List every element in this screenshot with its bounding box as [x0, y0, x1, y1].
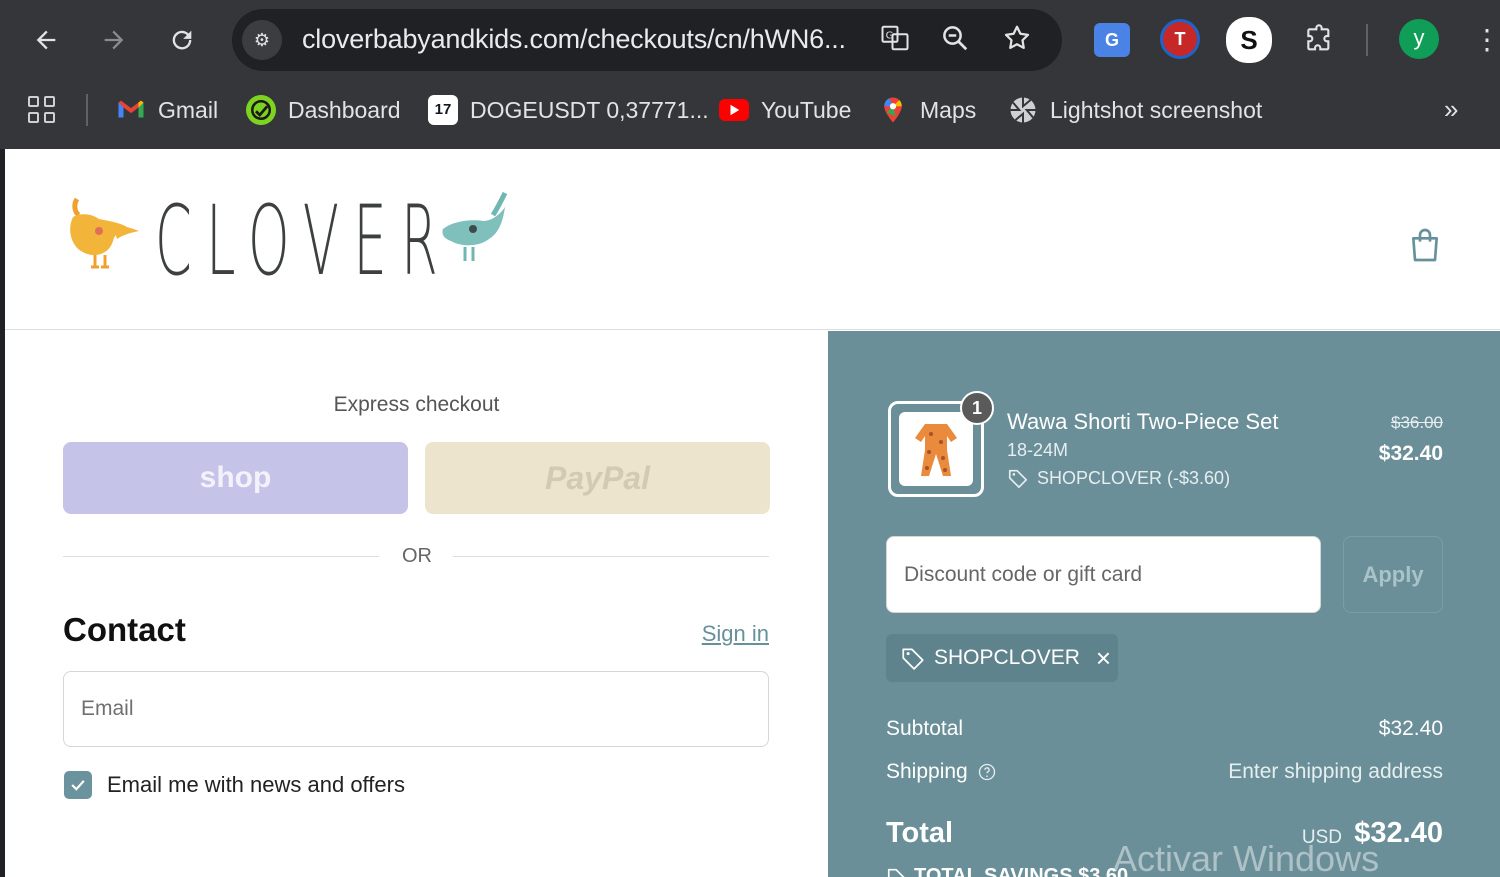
logo-wordmark: CLOVER	[155, 185, 452, 297]
url-text[interactable]: cloverbabyandkids.com/checkouts/cn/hWN6.…	[302, 24, 846, 55]
bookmark-label: YouTube	[761, 96, 852, 123]
or-divider-right	[453, 556, 769, 557]
cart-bag-icon[interactable]	[1405, 225, 1445, 265]
address-bar[interactable]: ⚙ cloverbabyandkids.com/checkouts/cn/hWN…	[232, 9, 1062, 71]
bookmark-label: DOGEUSDT 0,37771...	[470, 96, 709, 123]
original-price: $36.00	[1391, 413, 1443, 432]
translate-extension-letter: G	[1104, 30, 1119, 50]
gmail-icon	[116, 95, 146, 125]
reload-button[interactable]	[164, 22, 200, 58]
more-bookmarks-chevron-icon[interactable]: »	[1444, 94, 1458, 125]
zoom-icon[interactable]	[938, 23, 972, 57]
dashboard-icon	[246, 95, 276, 125]
apps-grid-icon[interactable]	[28, 96, 58, 126]
bookmarks-bar: Gmail Dashboard 17 DOGEUSDT 0,37771... Y…	[0, 80, 1500, 140]
discount-code-input[interactable]	[886, 536, 1321, 613]
bookmark-dashboard[interactable]: Dashboard	[246, 94, 401, 126]
product-discount: SHOPCLOVER (-$3.60)	[1007, 467, 1230, 489]
bookmark-label: Gmail	[158, 96, 219, 123]
arrow-left-icon	[36, 30, 56, 50]
site-header: CLOVER	[5, 149, 1500, 330]
svg-text:G: G	[886, 31, 894, 42]
bookmark-star-icon[interactable]	[1000, 23, 1034, 57]
extensions-puzzle-icon[interactable]	[1298, 19, 1340, 61]
newsletter-label: Email me with news and offers	[107, 772, 405, 797]
clover-logo[interactable]: CLOVER	[65, 185, 515, 297]
checkmark-icon	[71, 780, 85, 791]
bookmark-dogeusdt[interactable]: 17 DOGEUSDT 0,37771...	[428, 94, 709, 126]
shipping-value: Enter shipping address	[1228, 760, 1443, 783]
translate-icon[interactable]: G	[878, 23, 912, 57]
s-extension-letter: S	[1240, 25, 1258, 55]
product-name: Wawa Shorti Two-Piece Set	[1007, 409, 1279, 434]
or-divider-left	[63, 556, 379, 557]
product-discount-text: SHOPCLOVER (-$3.60)	[1037, 467, 1231, 488]
tag-icon	[887, 868, 905, 877]
tradingview-icon: 17	[428, 95, 458, 125]
bookmark-label: Maps	[920, 96, 977, 123]
contact-heading: Contact	[63, 611, 186, 648]
t-extension-letter: T	[1174, 29, 1186, 49]
back-button[interactable]	[28, 22, 64, 58]
order-summary: 1 Wawa Shorti Two-Piece Set 18-24M SHOPC…	[828, 331, 1500, 877]
checkout-main: Express checkout shop PayPal OR Contact …	[5, 331, 828, 877]
maps-icon	[878, 95, 908, 125]
or-divider-text: OR	[402, 545, 432, 567]
lightshot-icon	[1008, 95, 1038, 125]
final-price: $32.40	[1378, 442, 1443, 465]
toolbar-separator	[1366, 24, 1368, 56]
total-label: Total	[886, 817, 954, 849]
paypal-button[interactable]: PayPal	[425, 442, 770, 514]
youtube-icon	[719, 99, 749, 121]
shop-pay-button[interactable]: shop	[63, 442, 408, 514]
more-menu-icon[interactable]: ⋮	[1472, 20, 1500, 60]
bookmark-label: Lightshot screenshot	[1050, 96, 1263, 123]
reload-icon	[172, 30, 192, 50]
shipping-label-row: Shipping	[886, 760, 997, 784]
arrow-right-icon	[104, 30, 124, 50]
windows-activation-watermark: Activar Windows	[1113, 838, 1380, 877]
applied-discount-code: SHOPCLOVER	[934, 646, 1080, 669]
bookmarks-separator	[86, 94, 88, 126]
product-image	[899, 412, 973, 486]
help-circle-icon[interactable]	[977, 762, 997, 782]
google-translate-extension-icon[interactable]: G	[1094, 23, 1130, 57]
applied-discount-chip: SHOPCLOVER ×	[886, 634, 1118, 682]
s-extension-icon[interactable]: S	[1226, 17, 1272, 63]
express-checkout-title: Express checkout	[333, 393, 500, 416]
apply-discount-button[interactable]: Apply	[1343, 536, 1443, 613]
newsletter-checkbox[interactable]	[64, 771, 92, 799]
profile-avatar[interactable]: y	[1399, 19, 1439, 59]
bookmark-lightshot[interactable]: Lightshot screenshot	[1008, 94, 1262, 126]
subtotal-value: $32.40	[1378, 717, 1443, 740]
bookmark-maps[interactable]: Maps	[878, 94, 976, 126]
bookmark-youtube[interactable]: YouTube	[719, 94, 851, 126]
quantity-badge: 1	[960, 391, 994, 425]
browser-chrome: ⚙ cloverbabyandkids.com/checkouts/cn/hWN…	[0, 0, 1500, 149]
tag-icon	[902, 648, 924, 670]
yellow-bird-icon	[70, 197, 139, 269]
shipping-label: Shipping	[886, 760, 968, 783]
product-variant: 18-24M	[1007, 440, 1069, 460]
bookmark-label: Dashboard	[288, 96, 401, 123]
bookmark-gmail[interactable]: Gmail	[116, 94, 218, 126]
forward-button[interactable]	[96, 22, 132, 58]
sign-in-link[interactable]: Sign in	[702, 621, 769, 647]
total-savings-text: TOTAL SAVINGS $3.60	[914, 865, 1129, 877]
t-extension-icon[interactable]: T	[1160, 19, 1200, 59]
pajama-set-icon	[915, 424, 957, 476]
email-input[interactable]	[63, 671, 769, 747]
subtotal-label: Subtotal	[886, 717, 964, 740]
site-info-icon[interactable]: ⚙	[242, 20, 282, 60]
remove-discount-close-icon[interactable]: ×	[1096, 645, 1111, 671]
total-savings: TOTAL SAVINGS $3.60	[886, 865, 1128, 877]
teal-bird-icon	[442, 191, 508, 261]
tag-icon	[1008, 469, 1028, 488]
